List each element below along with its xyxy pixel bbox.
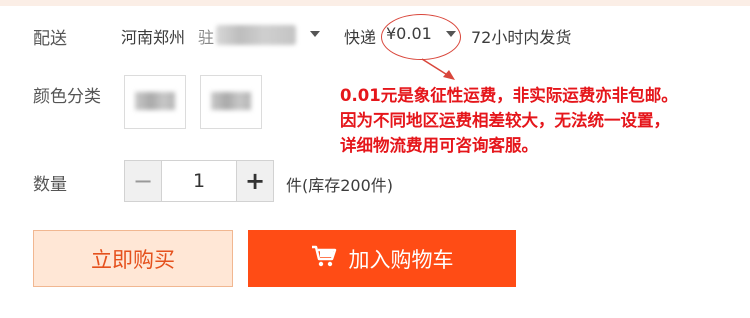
annotation-line: 因为不同地区运费相差较大，无法统一设置， <box>340 111 670 130</box>
decrement-button[interactable]: − <box>125 161 161 201</box>
quantity-label: 数量 <box>33 175 67 195</box>
shopping-cart-icon <box>311 244 337 273</box>
buy-now-label: 立即购买 <box>91 247 175 272</box>
quantity-input[interactable]: 1 <box>161 161 237 201</box>
buy-now-button[interactable]: 立即购买 <box>33 230 233 287</box>
add-to-cart-button[interactable]: 加入购物车 <box>248 230 516 287</box>
color-swatch[interactable] <box>124 75 186 129</box>
color-category-label: 颜色分类 <box>33 87 101 107</box>
increment-button[interactable]: + <box>237 161 273 201</box>
annotation-line: 详细物流费用可咨询客服。 <box>340 136 538 155</box>
annotation-note: 0.01元是象征性运费，非实际运费亦非包邮。 因为不同地区运费相差较大，无法统一… <box>340 83 678 158</box>
annotation-line: 0.01元是象征性运费，非实际运费亦非包邮。 <box>340 86 678 105</box>
stock-text: 件(库存200件) <box>286 176 394 195</box>
color-swatch[interactable] <box>200 75 262 129</box>
swatch-image <box>211 92 251 110</box>
quantity-stepper: − 1 + <box>124 160 274 202</box>
swatch-image <box>135 92 175 110</box>
add-to-cart-label: 加入购物车 <box>348 247 454 272</box>
